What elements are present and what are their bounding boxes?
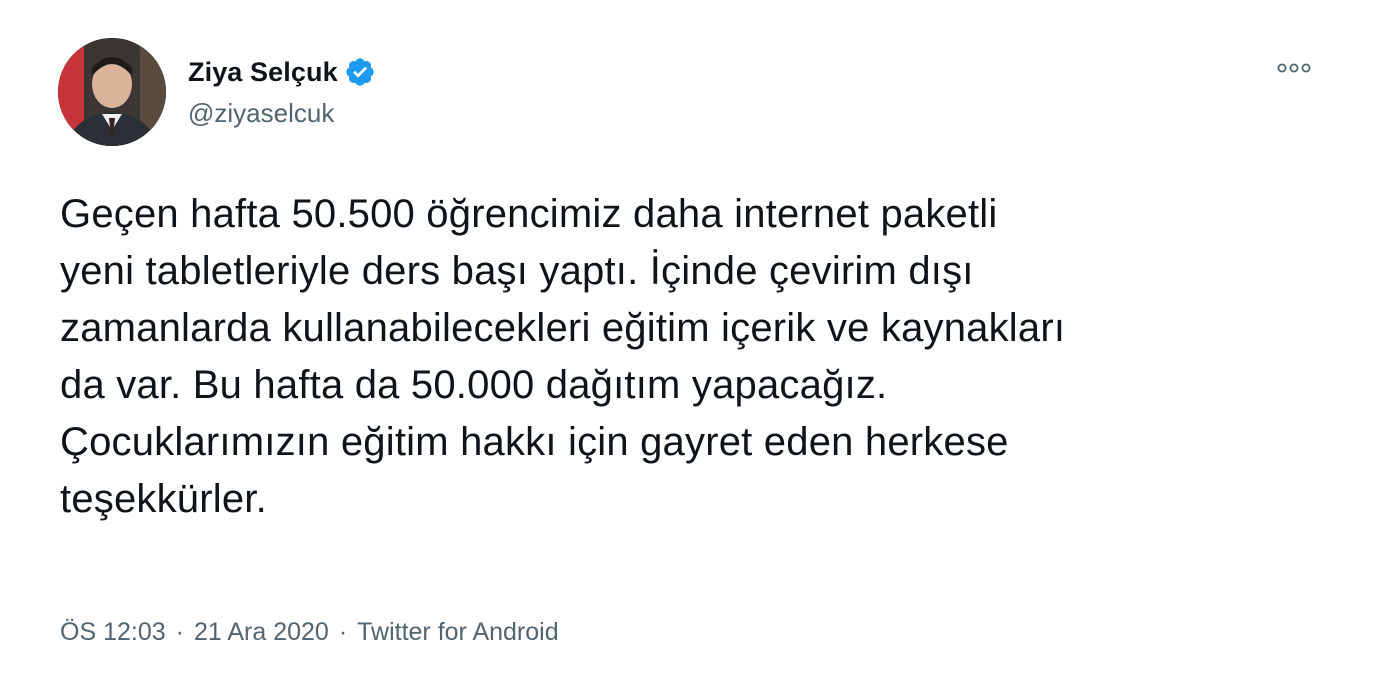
display-name[interactable]: Ziya Selçuk [188, 57, 338, 88]
tweet-meta: ÖS 12:03 · 21 Ara 2020 · Twitter for And… [60, 618, 559, 647]
tweet-source[interactable]: Twitter for Android [357, 618, 558, 647]
meta-separator: · [175, 618, 184, 646]
user-handle[interactable]: @ziyaselcuk [188, 98, 376, 129]
avatar[interactable] [58, 38, 166, 146]
tweet-time[interactable]: ÖS 12:03 [60, 618, 166, 647]
tweet-text: Geçen hafta 50.500 öğrencimiz daha inter… [60, 192, 1066, 521]
meta-separator: · [338, 618, 348, 646]
author-block: Ziya Selçuk @ziyaselcuk [188, 52, 376, 129]
tweet-date[interactable]: 21 Ara 2020 [194, 618, 329, 647]
profile-photo-icon [58, 38, 166, 146]
name-row: Ziya Selçuk [188, 52, 376, 92]
more-options-icon[interactable] [1272, 56, 1316, 80]
tweet-card: Ziya Selçuk @ziyaselcuk Geçen hafta 50.5… [0, 0, 1374, 675]
verified-badge-icon [344, 56, 376, 88]
